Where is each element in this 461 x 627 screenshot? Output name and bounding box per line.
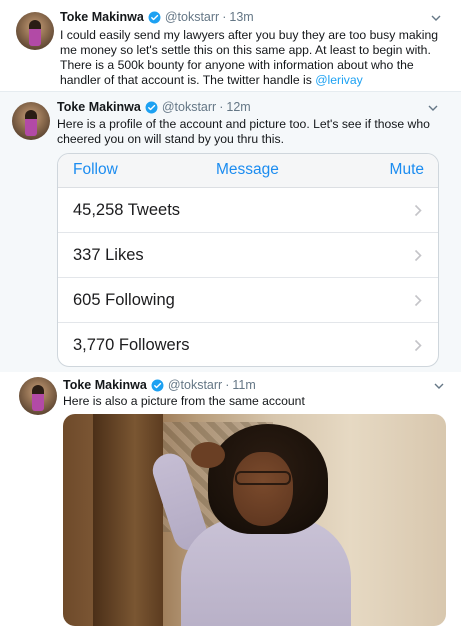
chevron-right-icon <box>414 249 422 262</box>
tweet-header: Toke Makinwa @tokstarr · 12m <box>57 100 251 114</box>
display-name[interactable]: Toke Makinwa <box>63 378 147 392</box>
stat-row-followers: 3,770 Followers <box>58 323 438 366</box>
stat-row-following: 605 Following <box>58 278 438 323</box>
tweet-header: Toke Makinwa @tokstarr · 13m <box>60 10 254 24</box>
tweet-text: Here is a profile of the account and pic… <box>57 117 430 146</box>
separator-dot: · <box>225 378 230 392</box>
separator-dot: · <box>222 10 227 24</box>
tweet-1[interactable]: Toke Makinwa @tokstarr · 13m I could eas… <box>0 0 461 90</box>
follow-action: Follow <box>73 161 118 178</box>
avatar[interactable] <box>16 12 54 50</box>
display-name[interactable]: Toke Makinwa <box>60 10 144 24</box>
caret-down-icon[interactable] <box>427 102 439 114</box>
mute-action: Mute <box>389 161 424 178</box>
verified-badge-icon <box>151 379 164 391</box>
verified-badge-icon <box>145 101 158 113</box>
tweet-3[interactable]: Toke Makinwa @tokstarr · 11m Here is als… <box>0 372 461 627</box>
message-action: Message <box>216 161 279 178</box>
user-handle[interactable]: @tokstarr <box>165 10 219 24</box>
timestamp[interactable]: 13m <box>229 10 253 24</box>
stat-label: 3,770 Followers <box>73 336 190 354</box>
chevron-right-icon <box>414 294 422 307</box>
photo-door <box>93 414 163 626</box>
caret-down-icon[interactable] <box>433 380 445 392</box>
avatar[interactable] <box>19 377 57 415</box>
card-action-bar: Follow Message Mute <box>58 154 438 188</box>
tweet-header: Toke Makinwa @tokstarr · 11m <box>63 378 256 392</box>
photo-body <box>181 518 351 626</box>
stat-row-tweets: 45,258 Tweets <box>58 188 438 233</box>
tweet-text: I could easily send my lawyers after you… <box>60 28 450 88</box>
user-handle[interactable]: @tokstarr <box>162 100 216 114</box>
timestamp[interactable]: 12m <box>226 100 250 114</box>
tweet-text: Here is also a picture from the same acc… <box>63 394 305 408</box>
photo-hand <box>191 442 225 468</box>
avatar[interactable] <box>12 102 50 140</box>
display-name[interactable]: Toke Makinwa <box>57 100 141 114</box>
verified-badge-icon <box>148 11 161 23</box>
caret-down-icon[interactable] <box>430 12 442 24</box>
stat-label: 45,258 Tweets <box>73 201 181 219</box>
photo-face <box>233 452 293 526</box>
chevron-right-icon <box>414 339 422 352</box>
timestamp[interactable]: 11m <box>232 378 255 392</box>
stat-label: 605 Following <box>73 291 175 309</box>
stat-label: 337 Likes <box>73 246 144 264</box>
mention-link[interactable]: @lerivay <box>315 73 363 87</box>
tweet-photo[interactable] <box>63 414 446 626</box>
tweet-2[interactable]: Toke Makinwa @tokstarr · 12m Here is a p… <box>0 92 461 372</box>
stat-row-likes: 337 Likes <box>58 233 438 278</box>
photo-glasses <box>235 471 291 485</box>
separator-dot: · <box>219 100 224 114</box>
user-handle[interactable]: @tokstarr <box>168 378 222 392</box>
tweet-body: I could easily send my lawyers after you… <box>60 28 438 87</box>
chevron-right-icon <box>414 204 422 217</box>
profile-screenshot-card[interactable]: Follow Message Mute 45,258 Tweets 337 Li… <box>57 153 439 367</box>
